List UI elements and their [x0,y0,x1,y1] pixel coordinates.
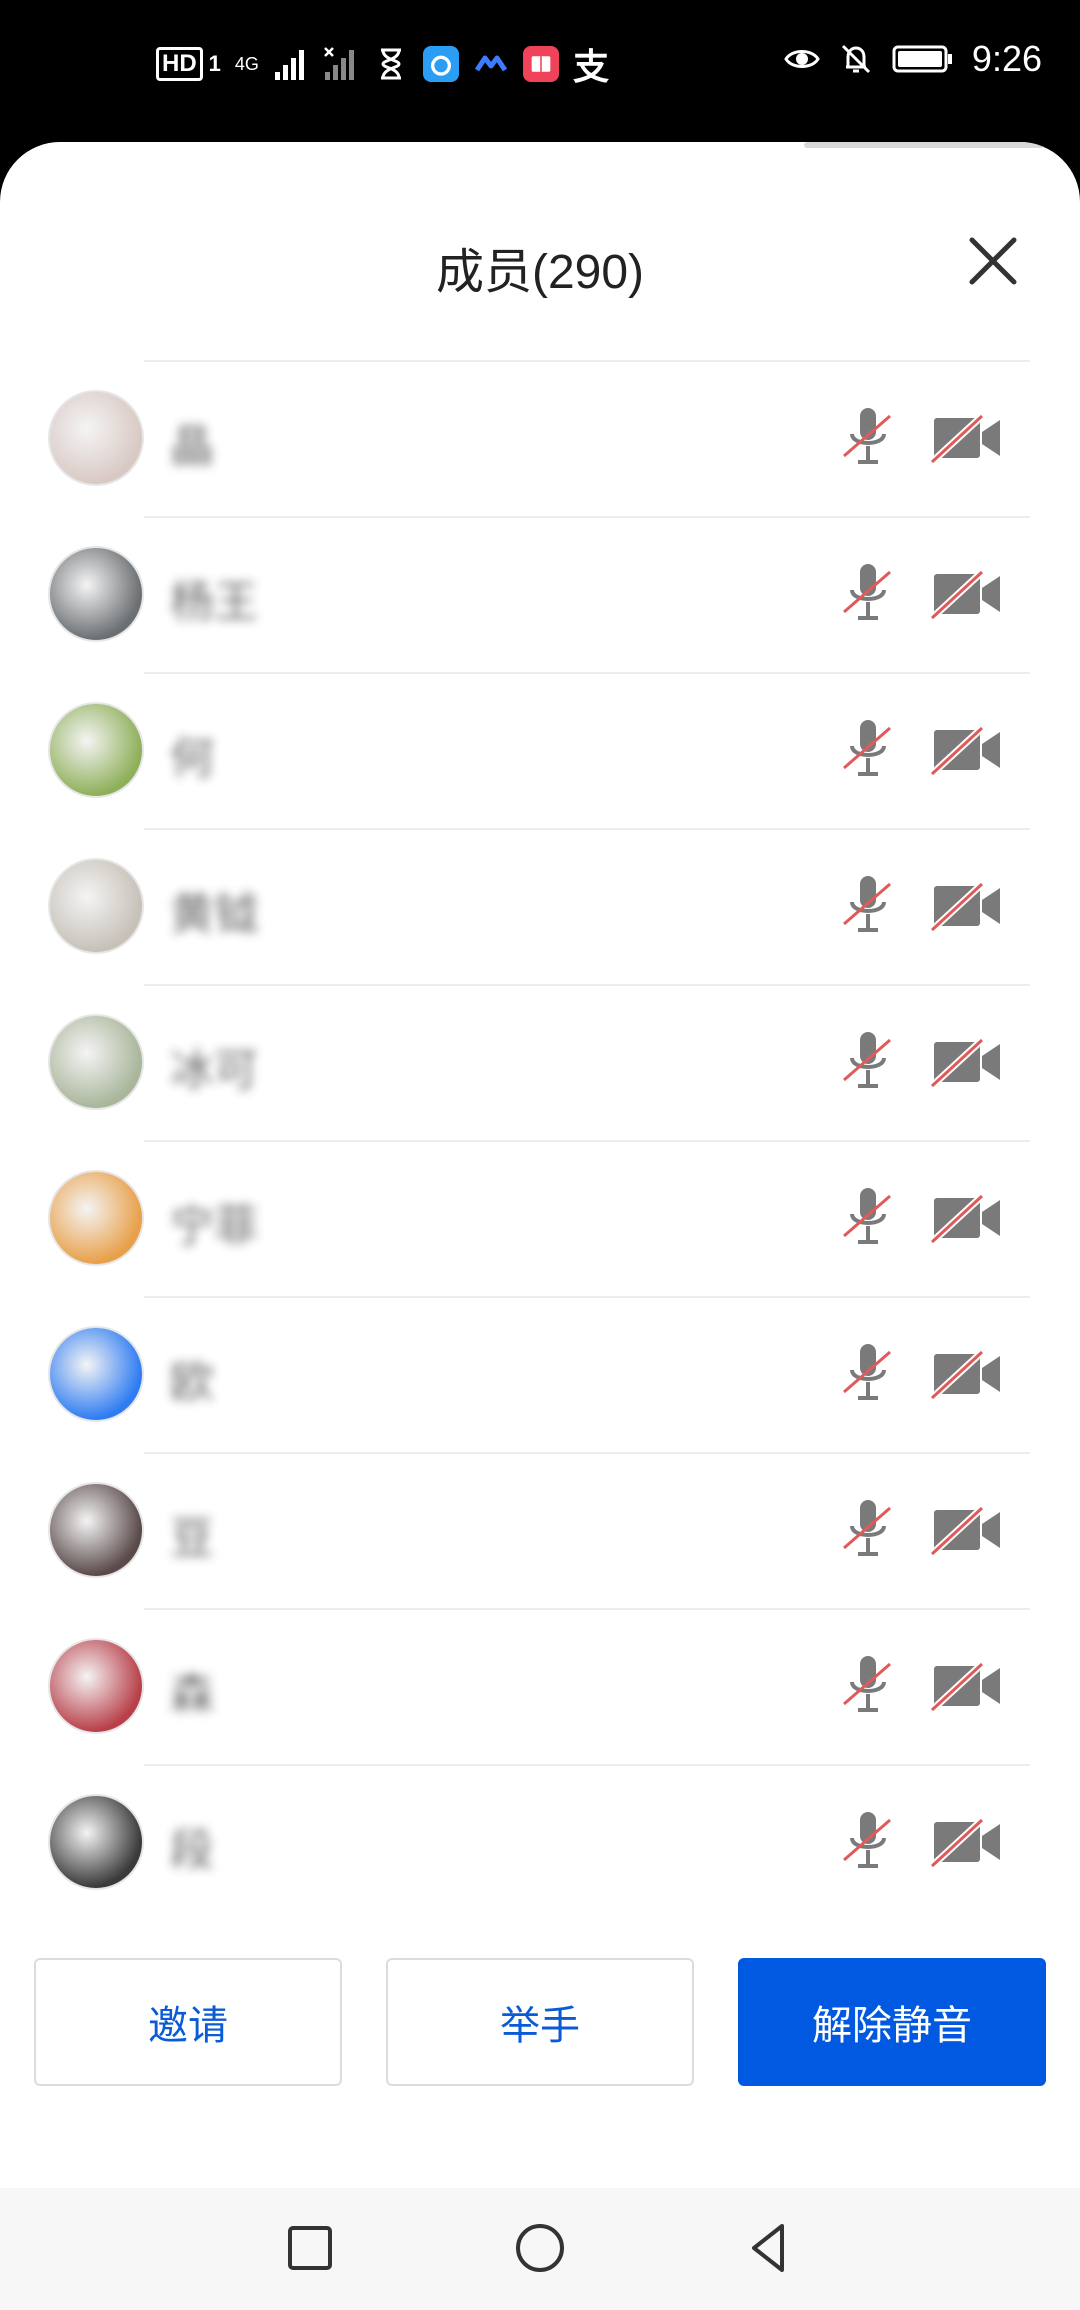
camera-off-icon[interactable] [930,1036,1004,1088]
avatar [48,1482,144,1578]
invite-button[interactable]: 邀请 [34,1958,342,2086]
member-name: 宁菲 [170,1201,258,1252]
close-icon[interactable] [966,234,1020,288]
recent-apps-icon[interactable] [282,2220,338,2276]
status-bar: HD 1 4G 支 9:26 [0,0,1080,140]
camera-off-icon[interactable] [930,880,1004,932]
signal-icon [274,50,304,80]
hd-sub: 1 [208,51,221,76]
hd-badge: HD [156,47,203,81]
unmute-button[interactable]: 解除静音 [738,1958,1046,2086]
member-list: 晶杨王何黄钺冰可宁菲欧豆森段 [0,360,1080,1920]
member-name: 何 [170,733,214,784]
member-name: 晶 [170,421,214,472]
raise-hand-button[interactable]: 举手 [386,1958,694,2086]
member-row[interactable]: 宁菲 [0,1140,1080,1296]
eye-icon [784,50,820,68]
hourglass-icon [380,48,401,80]
avatar [48,702,144,798]
chat-icon [474,55,508,72]
member-row[interactable]: 豆 [0,1452,1080,1608]
alipay-icon: 支 [572,46,609,87]
mic-muted-icon[interactable] [838,560,898,626]
camera-off-icon[interactable] [930,724,1004,776]
sheet-title: 成员(290) [435,246,645,299]
browser-icon [422,46,459,82]
camera-off-icon[interactable] [930,412,1004,464]
avatar [48,1638,144,1734]
sheet-handle[interactable] [804,142,1044,148]
member-row[interactable]: 森 [0,1608,1080,1764]
member-row[interactable]: 黄钺 [0,828,1080,984]
network-type: 4G [234,54,259,74]
member-name: 冰可 [170,1045,258,1096]
member-row[interactable]: 杨王 [0,516,1080,672]
member-row[interactable]: 何 [0,672,1080,828]
mic-muted-icon[interactable] [838,1028,898,1094]
bell-off-icon [841,44,870,74]
mic-muted-icon[interactable] [838,1340,898,1406]
mic-muted-icon[interactable] [838,404,898,470]
clock: 9:26 [971,38,1042,79]
signal-2-icon [324,47,354,80]
member-name: 森 [170,1669,214,1720]
mic-muted-icon[interactable] [838,1496,898,1562]
avatar [48,1170,144,1266]
status-left: HD 1 4G 支 [156,38,609,90]
camera-off-icon[interactable] [930,1348,1004,1400]
mic-muted-icon[interactable] [838,872,898,938]
avatar [48,1794,144,1890]
avatar [48,1326,144,1422]
mic-muted-icon[interactable] [838,716,898,782]
system-nav-bar [0,2188,1080,2310]
home-icon[interactable] [512,2220,568,2276]
status-right: 9:26 [784,38,1042,80]
avatar [48,390,144,486]
camera-off-icon[interactable] [930,1816,1004,1868]
back-icon[interactable] [742,2220,798,2276]
member-row[interactable]: 段 [0,1764,1080,1920]
avatar [48,546,144,642]
battery-icon [892,45,952,73]
member-name: 欧 [170,1357,214,1408]
mic-muted-icon[interactable] [838,1808,898,1874]
camera-off-icon[interactable] [930,568,1004,620]
member-name: 段 [170,1825,214,1876]
avatar [48,858,144,954]
member-name: 豆 [170,1513,214,1564]
book-icon [522,46,559,82]
mic-muted-icon[interactable] [838,1652,898,1718]
member-name: 杨王 [170,577,258,628]
member-row[interactable]: 晶 [0,360,1080,516]
mic-muted-icon[interactable] [838,1184,898,1250]
camera-off-icon[interactable] [930,1504,1004,1556]
camera-off-icon[interactable] [930,1660,1004,1712]
member-row[interactable]: 冰可 [0,984,1080,1140]
members-sheet: 成员(290) 晶杨王何黄钺冰可宁菲欧豆森段 邀请 举手 解除静音 [0,142,1080,2310]
member-row[interactable]: 欧 [0,1296,1080,1452]
camera-off-icon[interactable] [930,1192,1004,1244]
avatar [48,1014,144,1110]
member-name: 黄钺 [170,889,258,940]
